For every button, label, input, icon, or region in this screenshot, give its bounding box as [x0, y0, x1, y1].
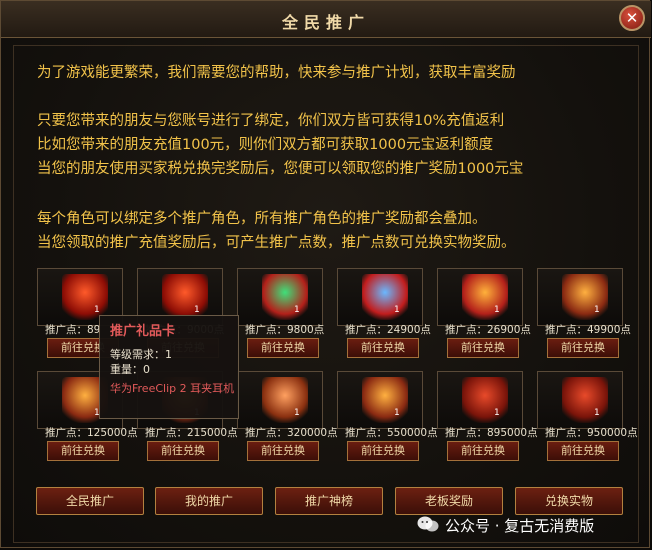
item-slot[interactable]: 1	[337, 268, 423, 326]
exchange-button[interactable]: 前往兑换	[447, 338, 519, 358]
watermark-text: 公众号 · 复古无消费版	[445, 517, 595, 535]
exchange-button[interactable]: 前往兑换	[447, 441, 519, 461]
item-quantity: 1	[394, 305, 400, 315]
item-slot[interactable]: 1	[337, 371, 423, 429]
tooltip-level: 等级需求：1	[110, 348, 172, 361]
red-envelope-icon	[62, 274, 108, 320]
tab-boss-reward[interactable]: 老板奖励	[395, 487, 503, 515]
treasure-bag-icon	[462, 377, 508, 423]
exchange-button[interactable]: 前往兑换	[347, 338, 419, 358]
reward-item: 1 推广点：24900点 前往兑换	[337, 268, 431, 364]
exchange-button[interactable]: 前往兑换	[247, 441, 319, 461]
tooltip-title: 推广礼品卡	[110, 324, 176, 339]
exchange-button[interactable]: 前往兑换	[547, 338, 619, 358]
exchange-button[interactable]: 前往兑换	[247, 338, 319, 358]
item-quantity: 1	[94, 305, 100, 315]
lantern-icon	[262, 377, 308, 423]
item-tooltip: 推广礼品卡 等级需求：1 重量：0 华为FreeClip 2 耳夹耳机	[99, 315, 239, 419]
gold-envelope-icon	[462, 274, 508, 320]
reward-item: 1 推广点：550000点 前往兑换	[337, 371, 438, 467]
item-slot[interactable]: 1	[437, 371, 523, 429]
item-points: 推广点：950000点	[545, 427, 638, 439]
tab-my-promotion[interactable]: 我的推广	[155, 487, 263, 515]
gift-box-icon	[562, 274, 608, 320]
description-line-3: 比如您带来的朋友充值100元，则你们双方都可获取1000元宝返利额度	[37, 137, 494, 153]
close-button[interactable]: ✕	[619, 5, 645, 31]
item-slot[interactable]: 1	[537, 371, 623, 429]
tab-promotion-ranking[interactable]: 推广神榜	[275, 487, 383, 515]
item-slot[interactable]: 1	[437, 268, 523, 326]
item-points: 推广点：49900点	[545, 324, 631, 336]
title-bar: 全民推广 ✕	[1, 1, 651, 38]
reward-item: 1 推广点：49900点前往兑换	[537, 268, 631, 364]
blue-envelope-icon	[362, 274, 408, 320]
item-quantity: 1	[294, 305, 300, 315]
reward-item: 1 推广点：950000点前往兑换	[537, 371, 638, 467]
reward-item: 1 推广点：9800点 前往兑换	[237, 268, 324, 364]
item-quantity: 1	[594, 408, 600, 418]
item-slot[interactable]: 1	[537, 268, 623, 326]
item-slot[interactable]: 1	[237, 371, 323, 429]
description-line-5: 每个角色可以绑定多个推广角色，所有推广角色的推广奖励都会叠加。	[37, 211, 487, 227]
description-line-4: 当您的朋友使用买家税兑换完奖励后，您便可以领取您的推广奖励1000元宝	[37, 161, 524, 177]
item-quantity: 1	[194, 305, 200, 315]
treasure-bag-icon	[562, 377, 608, 423]
description-line-1: 为了游戏能更繁荣，我们需要您的帮助，快来参与推广计划，获取丰富奖励	[37, 65, 516, 81]
item-slot[interactable]: 1	[237, 268, 323, 326]
description-line-2: 只要您带来的朋友与您账号进行了绑定，你们双方皆可获得10%充值返利	[37, 113, 505, 129]
exchange-button[interactable]: 前往兑换	[47, 441, 119, 461]
tooltip-weight: 重量：0	[110, 363, 150, 376]
item-quantity: 1	[294, 408, 300, 418]
reward-item: 1 推广点：26900点 前往兑换	[437, 268, 531, 364]
green-envelope-icon	[262, 274, 308, 320]
gift-box-icon	[362, 377, 408, 423]
item-quantity: 1	[394, 408, 400, 418]
reward-item: 1 推广点：895000点 前往兑换	[437, 371, 538, 467]
item-quantity: 1	[594, 305, 600, 315]
reward-item: 1 推广点：320000点 前往兑换	[237, 371, 338, 467]
exchange-button[interactable]: 前往兑换	[547, 441, 619, 461]
item-quantity: 1	[494, 408, 500, 418]
promotion-window: 全民推广 ✕ 为了游戏能更繁荣，我们需要您的帮助，快来参与推广计划，获取丰富奖励…	[0, 0, 651, 548]
exchange-button[interactable]: 前往兑换	[347, 441, 419, 461]
description-line-6: 当您领取的推广充值奖励后，可产生推广点数，推广点数可兑换实物奖励。	[37, 235, 516, 251]
tab-exchange-goods[interactable]: 兑换实物	[515, 487, 623, 515]
exchange-button[interactable]: 前往兑换	[147, 441, 219, 461]
item-quantity: 1	[494, 305, 500, 315]
tab-all-promotion[interactable]: 全民推广	[36, 487, 144, 515]
window-title: 全民推广	[281, 13, 370, 32]
wechat-icon	[417, 516, 439, 532]
red-envelope-icon	[162, 274, 208, 320]
tooltip-description: 华为FreeClip 2 耳夹耳机	[110, 382, 235, 395]
